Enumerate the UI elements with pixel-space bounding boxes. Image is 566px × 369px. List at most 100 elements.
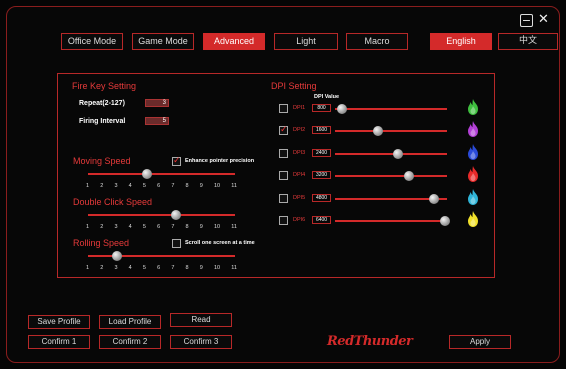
dpi-slider[interactable]	[335, 175, 447, 178]
dpi-level-label: DPI3	[293, 149, 306, 156]
confirm-3-button[interactable]: Confirm 3	[170, 335, 232, 349]
tick-label: 1	[86, 265, 90, 271]
macro-tab[interactable]: Macro	[346, 33, 408, 50]
moving-speed-slider[interactable]	[88, 173, 235, 175]
dpi-checkbox[interactable]	[279, 193, 288, 203]
moving-speed-knob[interactable]	[141, 169, 152, 179]
tick-label: 9	[199, 183, 203, 189]
tick-label: 7	[171, 265, 175, 271]
double-click-speed-ticks: 1 2 3 4 5 6 7 8 9 10 11	[86, 224, 237, 230]
green-flame-icon	[465, 98, 481, 116]
scroll-one-screen-label: Scroll one screen at a time	[185, 240, 255, 246]
tick-label: 5	[142, 224, 146, 230]
tick-label: 4	[128, 224, 132, 230]
dpi-level-label: DPI1	[293, 105, 306, 111]
save-profile-button[interactable]: Save Profile	[28, 315, 90, 329]
scroll-one-screen-checkbox[interactable]	[172, 239, 181, 248]
double-click-speed-slider[interactable]	[88, 214, 235, 216]
tick-label: 8	[185, 265, 189, 271]
dpi-slider[interactable]	[335, 130, 447, 133]
tick-label: 9	[199, 265, 203, 271]
dpi-checkbox[interactable]	[279, 148, 288, 158]
dpi-value-input[interactable]: 6400	[312, 216, 331, 224]
confirm-2-button[interactable]: Confirm 2	[99, 335, 161, 349]
rolling-speed-title: Rolling Speed	[73, 238, 130, 248]
dpi-checkbox[interactable]	[279, 216, 288, 225]
tick-label: 7	[171, 224, 175, 230]
dpi-checkbox[interactable]	[279, 104, 288, 113]
tick-label: 3	[114, 224, 118, 230]
office-mode-button[interactable]: Office Mode	[61, 33, 123, 50]
read-button[interactable]: Read	[170, 313, 232, 327]
dpi-slider-knob[interactable]	[372, 126, 383, 137]
moving-speed-ticks: 1 2 3 4 5 6 7 8 9 10 11	[86, 183, 237, 189]
tick-label: 2	[100, 265, 104, 271]
dpi-slider[interactable]	[335, 108, 447, 110]
tick-label: 3	[114, 183, 118, 189]
dpi-value-input[interactable]: 1600	[312, 126, 331, 135]
repeat-input[interactable]: 3	[145, 99, 169, 107]
dpi-level-label: DPI5	[293, 194, 306, 201]
game-mode-button[interactable]: Game Mode	[132, 33, 194, 50]
tick-label: 10	[213, 265, 221, 271]
dpi-value-input[interactable]: 4800	[312, 193, 331, 202]
tick-label: 1	[86, 224, 90, 230]
light-tab[interactable]: Light	[274, 33, 338, 50]
dpi-slider-knob[interactable]	[392, 148, 403, 159]
dpi-value-input[interactable]: 2400	[312, 148, 331, 157]
cyan-flame-icon	[465, 188, 481, 206]
tick-label: 6	[157, 183, 161, 189]
tick-label: 8	[185, 224, 189, 230]
tick-label: 5	[142, 183, 146, 189]
brand-logo: RedThunder	[327, 334, 413, 349]
tick-label: 6	[157, 224, 161, 230]
dpi-checkbox[interactable]	[279, 124, 288, 136]
yellow-flame-icon	[465, 210, 481, 228]
dpi-slider-knob[interactable]	[439, 216, 450, 226]
double-click-speed-title: Double Click Speed	[73, 197, 153, 207]
dpi-slider[interactable]	[335, 152, 447, 155]
tick-label: 7	[171, 183, 175, 189]
dpi-value-input[interactable]: 800	[312, 104, 331, 112]
window-controls: − ✕	[520, 13, 550, 27]
dpi-level-label: DPI6	[293, 217, 306, 223]
dpi-checkbox[interactable]	[279, 171, 288, 181]
firing-interval-input[interactable]: 5	[145, 117, 169, 125]
tick-label: 11	[231, 224, 237, 230]
confirm-1-button[interactable]: Confirm 1	[28, 335, 90, 349]
rolling-speed-slider[interactable]	[88, 255, 235, 257]
dpi-level-label: DPI2	[293, 127, 306, 134]
tick-label: 2	[100, 183, 104, 189]
tick-label: 11	[231, 265, 237, 271]
rolling-speed-ticks: 1 2 3 4 5 6 7 8 9 10 11	[86, 265, 237, 271]
tick-label: 9	[199, 224, 203, 230]
tick-label: 1	[86, 183, 90, 189]
english-language-button[interactable]: English	[430, 33, 492, 50]
purple-flame-icon	[465, 120, 481, 138]
enhance-precision-checkbox[interactable]	[172, 155, 181, 166]
chinese-language-button[interactable]: 中文	[498, 33, 558, 50]
firing-interval-label: Firing Interval	[79, 118, 126, 125]
dpi-level-label: DPI4	[293, 172, 306, 179]
repeat-label: Repeat(2-127)	[79, 100, 125, 107]
dpi-setting-title: DPI Setting	[271, 81, 317, 91]
fire-key-title: Fire Key Setting	[72, 81, 137, 91]
apply-button[interactable]: Apply	[449, 335, 511, 349]
tick-label: 10	[213, 183, 221, 189]
tick-label: 5	[142, 265, 146, 271]
tick-label: 2	[100, 224, 104, 230]
close-icon[interactable]: ✕	[537, 13, 550, 27]
dpi-value-header: DPI Value	[314, 94, 340, 100]
enhance-precision-label: Enhance pointer precision	[185, 158, 255, 164]
tick-label: 3	[114, 265, 118, 271]
tick-label: 11	[231, 183, 237, 189]
tick-label: 10	[213, 224, 221, 230]
load-profile-button[interactable]: Load Profile	[99, 315, 161, 329]
tick-label: 4	[128, 265, 132, 271]
dpi-slider[interactable]	[335, 220, 447, 222]
dpi-value-input[interactable]: 3200	[312, 171, 331, 180]
dpi-slider-knob[interactable]	[428, 193, 439, 204]
minimize-icon[interactable]: −	[520, 14, 533, 27]
advanced-tab[interactable]: Advanced	[203, 33, 265, 50]
dpi-slider-knob[interactable]	[336, 104, 347, 114]
